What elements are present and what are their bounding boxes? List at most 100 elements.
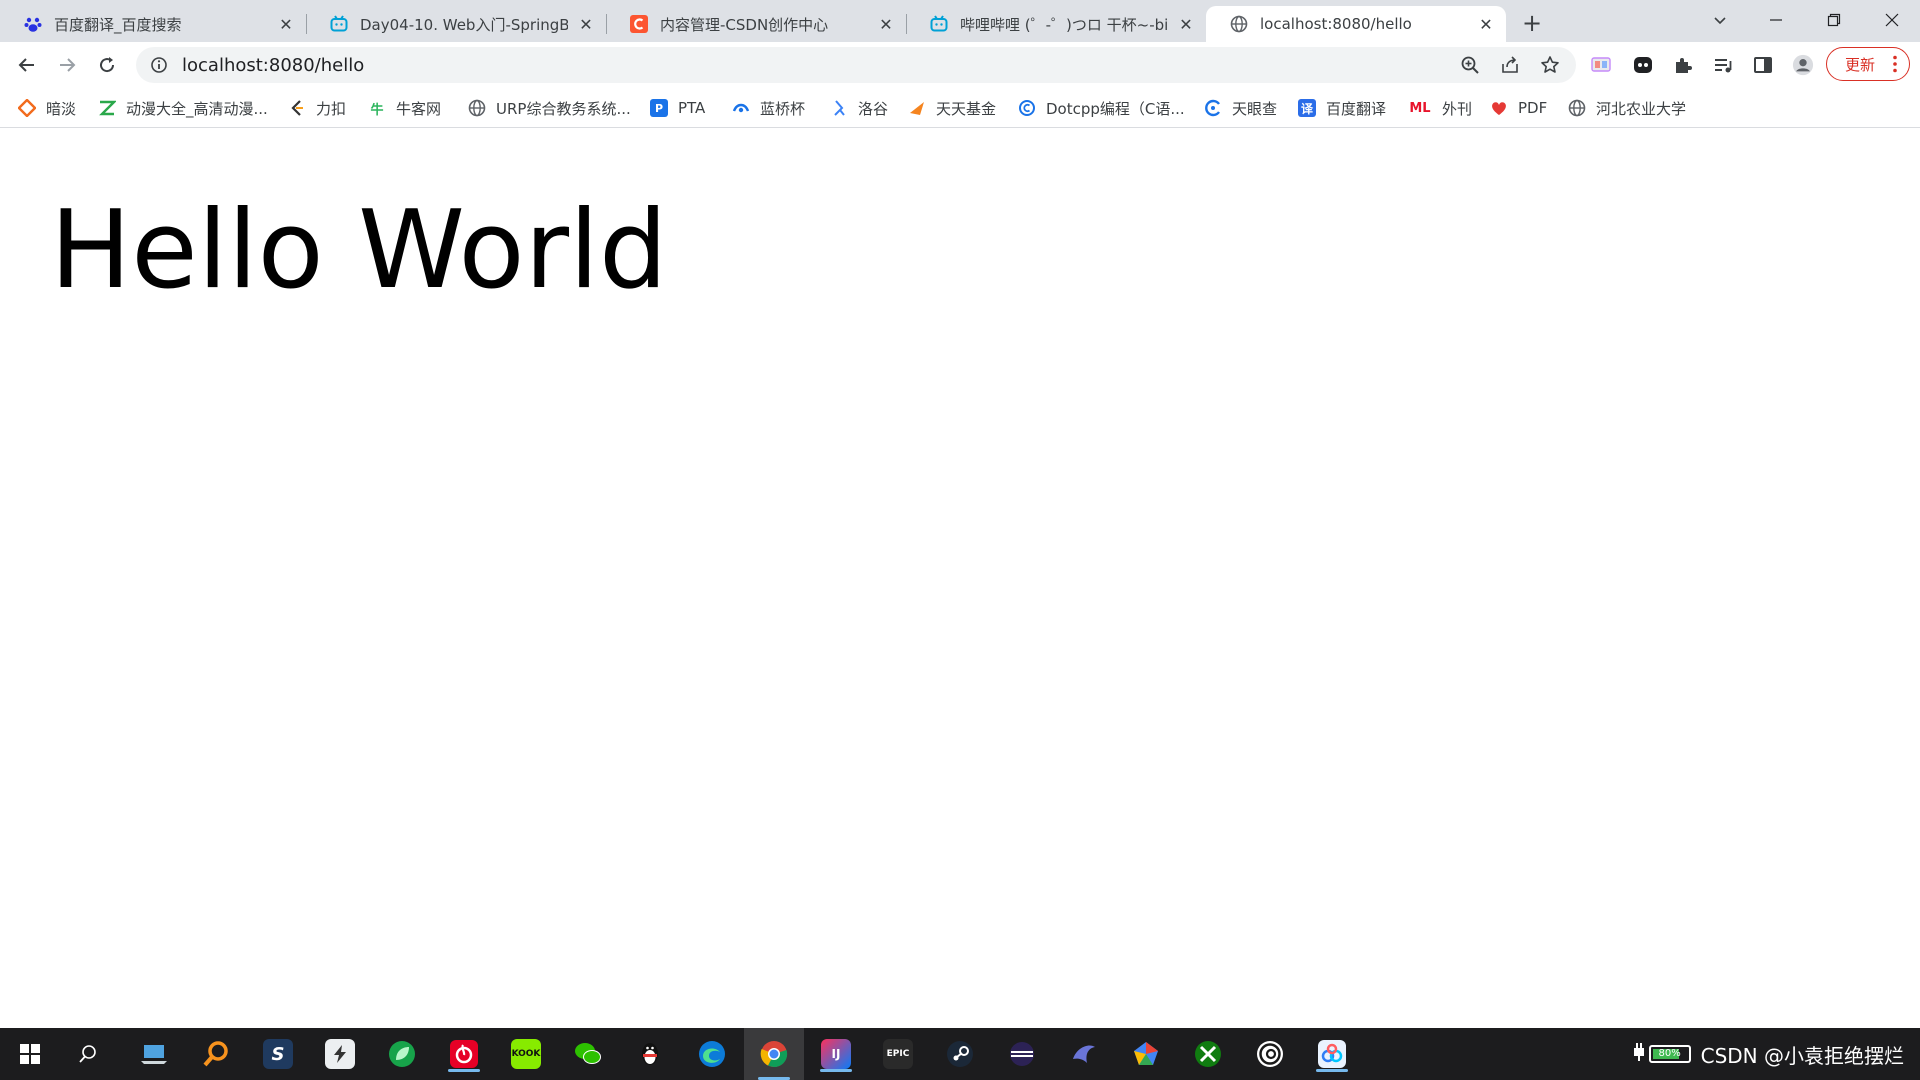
kook-icon[interactable]: KOOK — [508, 1036, 544, 1072]
bookmark-label: 暗淡 — [46, 99, 77, 118]
bookmark-label: 外刊 — [1442, 99, 1473, 118]
start-icon[interactable] — [12, 1036, 48, 1072]
tab-title: localhost:8080/hello — [1260, 15, 1412, 33]
tab-strip: 百度翻译_百度搜索 ✕ Day04-10. Web入门-SpringBoot ✕… — [0, 0, 1920, 42]
tab-localhost-hello[interactable]: localhost:8080/hello ✕ — [1206, 6, 1506, 42]
bookmark-item[interactable]: 牛 牛客网 — [368, 96, 441, 120]
bookmark-label: PDF — [1518, 99, 1548, 117]
battery-indicator[interactable]: 80% — [1648, 1045, 1691, 1063]
eclipse-icon[interactable] — [1004, 1036, 1040, 1072]
steam-icon[interactable] — [942, 1036, 978, 1072]
leaf-app-icon[interactable] — [384, 1036, 420, 1072]
bookmark-item[interactable]: 暗淡 — [18, 96, 76, 120]
xbox-icon[interactable] — [1190, 1036, 1226, 1072]
penguin-icon[interactable] — [632, 1036, 668, 1072]
tab-csdn[interactable]: 内容管理-CSDN创作中心 ✕ — [606, 6, 906, 42]
laptop-icon[interactable] — [136, 1036, 172, 1072]
bookmark-item[interactable]: ML 外刊 — [1408, 96, 1472, 120]
bookmark-item[interactable]: 蓝桥杯 — [732, 96, 805, 120]
magnifier-app-icon[interactable] — [198, 1036, 234, 1072]
dolphin-icon[interactable] — [1066, 1036, 1102, 1072]
media-queue-icon[interactable] — [1712, 54, 1734, 76]
bookmark-item[interactable]: 河北农业大学 — [1568, 96, 1686, 120]
bookmark-label: URP综合教务系统... — [496, 99, 631, 118]
nowcoder-icon: 牛 — [370, 102, 384, 118]
close-icon[interactable]: ✕ — [276, 14, 296, 34]
baidu-paw-icon — [24, 15, 42, 33]
update-button[interactable]: 更新 — [1826, 47, 1910, 81]
tab-bilibili-home[interactable]: 哔哩哔哩 (゜-゜)つロ 干杯~-bilibili ✕ — [906, 6, 1206, 42]
reload-button[interactable] — [92, 50, 122, 80]
side-panel-icon[interactable] — [1752, 54, 1774, 76]
tab-baidu-search[interactable]: 百度翻译_百度搜索 ✕ — [0, 6, 306, 42]
minimize-button[interactable] — [1748, 0, 1804, 40]
bilibili-tv-icon — [330, 15, 348, 33]
restore-button[interactable] — [1806, 0, 1862, 40]
bookmark-item[interactable]: 力扣 — [288, 96, 346, 120]
epic-games-icon[interactable]: EPIC — [880, 1036, 916, 1072]
bookmark-item[interactable]: PDF — [1490, 96, 1547, 120]
power-plug-icon — [1633, 1042, 1645, 1067]
reading-extension-icon[interactable] — [1590, 54, 1612, 76]
baidu-netdisk-icon[interactable] — [1314, 1036, 1350, 1072]
new-tab-button[interactable]: + — [1518, 9, 1546, 37]
tab-title: 内容管理-CSDN创作中心 — [660, 15, 829, 34]
tab-title: Day04-10. Web入门-SpringBoot — [360, 15, 568, 34]
bookmark-item[interactable]: 天眼查 — [1204, 96, 1277, 120]
address-bar[interactable] — [136, 47, 1576, 83]
search-icon[interactable] — [70, 1036, 106, 1072]
bookmark-item[interactable]: 天天基金 — [908, 96, 996, 120]
globe-icon — [1230, 15, 1248, 33]
bookmark-item[interactable]: URP综合教务系统... — [468, 96, 631, 120]
close-icon[interactable]: ✕ — [1476, 14, 1496, 34]
forward-button[interactable] — [52, 50, 82, 80]
back-button[interactable] — [12, 50, 42, 80]
menu-dots-icon — [1893, 55, 1897, 73]
ml-icon: ML — [1409, 100, 1431, 116]
close-icon[interactable]: ✕ — [1176, 14, 1196, 34]
close-icon[interactable]: ✕ — [576, 14, 596, 34]
bookmark-anime-icon — [98, 99, 116, 117]
extensions-puzzle-icon[interactable] — [1672, 54, 1694, 76]
pentagon-app-icon[interactable] — [1128, 1036, 1164, 1072]
csdn-c-icon — [630, 15, 648, 33]
edge-icon[interactable] — [694, 1036, 730, 1072]
luogu-icon — [830, 99, 848, 117]
bookmark-item[interactable]: 动漫大全_高清动漫... — [98, 96, 268, 120]
globe-icon — [468, 99, 486, 117]
bookmark-item[interactable]: 译 百度翻译 — [1298, 96, 1386, 120]
windows-taskbar: S KOOK IJ EPIC 80% CSDN @小袁拒绝摆烂 — [0, 1028, 1920, 1080]
bookmark-star-icon[interactable] — [1540, 55, 1560, 75]
bolt-app-icon[interactable] — [322, 1036, 358, 1072]
bookmark-item[interactable]: Dotcpp编程（C语... — [1018, 96, 1185, 120]
zoom-icon[interactable] — [1460, 55, 1480, 75]
site-info-icon[interactable] — [150, 56, 168, 74]
close-icon[interactable]: ✕ — [876, 14, 896, 34]
page-heading: Hello World — [50, 188, 668, 313]
chrome-icon[interactable] — [744, 1028, 804, 1080]
url-input[interactable] — [182, 54, 1282, 76]
tab-search-chevron-icon[interactable] — [1692, 0, 1748, 40]
bookmark-label: 蓝桥杯 — [760, 99, 806, 118]
running-indicator — [448, 1069, 480, 1072]
bookmark-label: 洛谷 — [858, 99, 889, 118]
bookmark-item[interactable]: P PTA — [650, 96, 705, 120]
intellij-icon[interactable]: IJ — [818, 1036, 854, 1072]
wechat-icon[interactable] — [570, 1036, 606, 1072]
bookmark-label: 河北农业大学 — [1596, 99, 1687, 118]
tab-title: 百度翻译_百度搜索 — [54, 15, 182, 34]
profile-avatar-icon[interactable] — [1792, 54, 1814, 76]
bookmark-label: 力扣 — [316, 99, 347, 118]
bookmark-label: 牛客网 — [396, 99, 442, 118]
tab-bilibili-day04[interactable]: Day04-10. Web入门-SpringBoot ✕ — [306, 6, 606, 42]
scrivener-icon[interactable]: S — [260, 1036, 296, 1072]
ubisoft-icon[interactable] — [1252, 1036, 1288, 1072]
running-indicator — [1316, 1069, 1348, 1072]
extension-cat-icon[interactable] — [1632, 54, 1654, 76]
update-button-label: 更新 — [1845, 55, 1876, 74]
bookmark-item[interactable]: 洛谷 — [830, 96, 888, 120]
bookmark-label: 动漫大全_高清动漫... — [126, 99, 268, 118]
netease-music-icon[interactable] — [446, 1036, 482, 1072]
share-icon[interactable] — [1500, 55, 1520, 75]
close-window-button[interactable] — [1864, 0, 1920, 40]
